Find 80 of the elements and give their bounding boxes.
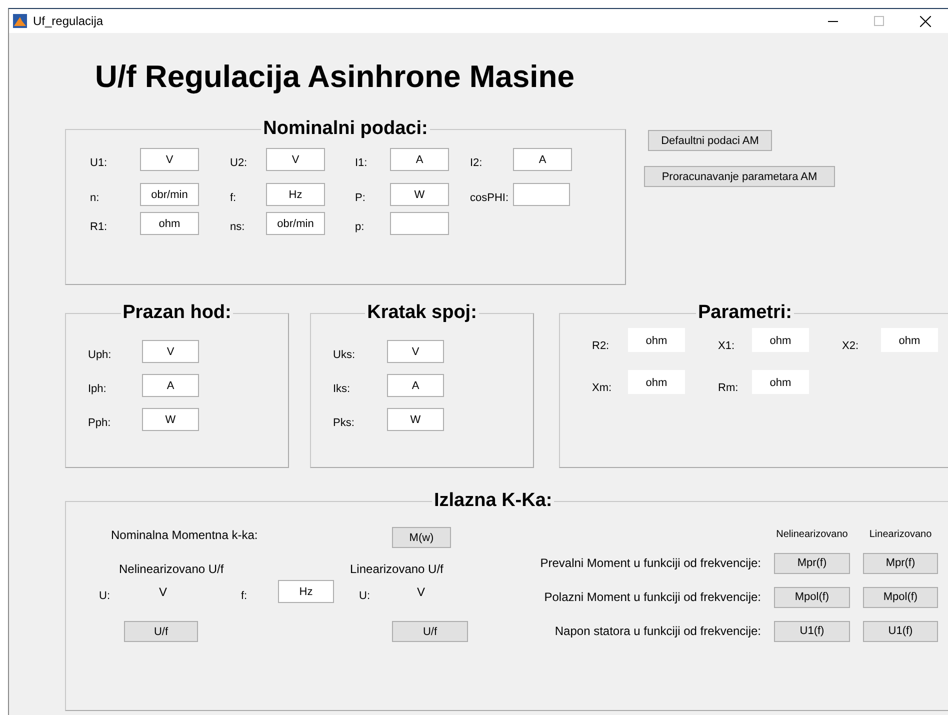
field-label: P: — [355, 190, 366, 204]
input-field[interactable]: W — [390, 183, 449, 206]
plot-button[interactable]: Mpr(f) — [774, 552, 850, 574]
panel-title: Izlazna K-Ka: — [433, 491, 554, 511]
plot-button[interactable]: Mpr(f) — [863, 552, 938, 574]
field-label: I2: — [470, 156, 484, 168]
input-field[interactable]: V — [142, 340, 199, 363]
row-label: Napon statora u funkciji od frekvencije: — [554, 624, 761, 638]
input-field[interactable]: W — [387, 408, 444, 431]
uf-button[interactable]: U/f — [392, 621, 468, 642]
input-field[interactable]: A — [390, 148, 449, 171]
panel-title: Kratak spoj: — [366, 303, 478, 323]
input-field[interactable]: obr/min — [266, 212, 325, 235]
field-label: n: — [90, 190, 100, 204]
field-label: Pph: — [88, 416, 112, 428]
column-header: Nelinearizovano — [775, 528, 849, 540]
app-icon — [13, 14, 27, 28]
input-field[interactable]: V — [266, 148, 325, 171]
maximize-icon — [874, 16, 884, 26]
input-field[interactable]: Hz — [266, 183, 325, 206]
field-label: Xm: — [592, 381, 613, 394]
field-label: Iph: — [88, 382, 108, 394]
input-field[interactable] — [513, 183, 570, 206]
plot-button[interactable]: U1(f) — [863, 620, 938, 642]
field-label: Uph: — [88, 348, 112, 360]
field-label: p: — [355, 220, 366, 232]
input-field[interactable]: ohm — [752, 328, 809, 352]
input-field[interactable]: ohm — [752, 370, 809, 394]
input-field[interactable]: obr/min — [140, 183, 199, 206]
field-label: Uks: — [333, 348, 356, 360]
input-field[interactable]: A — [142, 374, 199, 397]
close-icon — [920, 16, 930, 26]
row-label: Polazni Moment u funkciji od frekvencije: — [543, 590, 761, 604]
field-label: Rm: — [718, 381, 740, 394]
field-label: X1: — [718, 339, 736, 352]
page-heading: U/f Regulacija Asinhrone Masine — [95, 59, 574, 95]
field-label: U: — [359, 588, 371, 602]
panel-title: Nominalni podaci: — [262, 119, 429, 139]
field-label: ns: — [230, 220, 246, 232]
row-label: Prevalni Moment u funkciji od frekvencije: — [539, 556, 761, 570]
input-field[interactable]: V — [140, 148, 199, 171]
field-label: I1: — [355, 156, 368, 168]
input-field[interactable]: W — [142, 408, 199, 431]
input-field[interactable]: ohm — [881, 328, 938, 352]
minimize-icon — [828, 20, 838, 22]
input-field[interactable] — [390, 212, 449, 235]
field-label: Iks: — [333, 382, 352, 394]
input-field[interactable]: A — [387, 374, 444, 397]
compute-parameters-button[interactable]: Proracunavanje parametara AM — [644, 166, 835, 187]
plot-button[interactable]: Mpol(f) — [863, 586, 938, 608]
input-field[interactable]: ohm — [628, 370, 685, 394]
field-label: f: — [241, 588, 248, 602]
input-field[interactable]: A — [513, 148, 572, 171]
window-title: Uf_regulacija — [33, 14, 104, 28]
field-label: R2: — [592, 339, 610, 352]
field-label: R1: — [90, 220, 108, 232]
input-field[interactable]: ohm — [140, 212, 199, 235]
value-text: V — [417, 584, 426, 598]
input-field[interactable]: V — [387, 340, 444, 363]
column-header: Linearizovano — [868, 528, 933, 540]
field-label: U1: — [90, 156, 108, 168]
plot-button[interactable]: Mpol(f) — [774, 586, 850, 608]
panel-title: Parametri: — [697, 303, 793, 323]
default-data-button[interactable]: Defaultni podaci AM — [648, 130, 772, 151]
field-label: f: — [230, 190, 238, 204]
field-label: U: — [99, 588, 111, 602]
field-label: X2: — [842, 339, 860, 352]
plot-button[interactable]: U1(f) — [774, 620, 850, 642]
input-field[interactable]: Hz — [278, 580, 334, 603]
field-label: cosPHI: — [470, 190, 510, 204]
field-label: U2: — [230, 156, 248, 168]
input-field[interactable]: ohm — [628, 328, 685, 352]
section-label: Linearizovano U/f — [350, 562, 444, 576]
value-text: V — [159, 584, 168, 598]
section-label: Nelinearizovano U/f — [119, 562, 225, 576]
uf-button[interactable]: U/f — [124, 621, 198, 642]
field-label: Nominalna Momentna k-ka: — [111, 528, 259, 542]
panel-title: Prazan hod: — [122, 303, 232, 323]
moment-button[interactable]: M(w) — [392, 527, 451, 548]
field-label: Pks: — [333, 416, 356, 428]
